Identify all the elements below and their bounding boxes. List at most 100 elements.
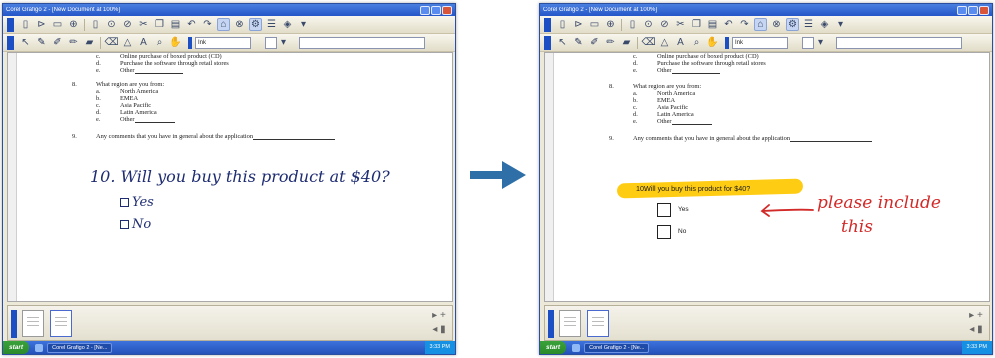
list-marker: e.	[96, 67, 101, 74]
checkbox-yes[interactable]	[657, 203, 671, 217]
select-icon[interactable]: ↖	[556, 36, 569, 49]
zoom-icon[interactable]: ⌕	[690, 36, 703, 49]
open-icon[interactable]: ⊳	[35, 18, 48, 31]
pen-icon[interactable]: ✎	[35, 36, 48, 49]
taskbar-app-button[interactable]: Corel Grafigo 2 - [Ne...	[584, 342, 650, 353]
page-icon[interactable]: ▯	[626, 18, 639, 31]
properties-icon[interactable]: ◈	[818, 18, 831, 31]
dropdown-icon[interactable]: ▾	[277, 36, 290, 49]
page-thumbnail[interactable]	[22, 310, 44, 337]
shape-icon[interactable]: △	[658, 36, 671, 49]
import-icon[interactable]: ⊕	[604, 18, 617, 31]
grafigo-window-after: Corel Grafigo 2 - [New Document at 100%]…	[539, 3, 993, 355]
link-icon[interactable]: ⊗	[233, 18, 246, 31]
highlighter-icon[interactable]: ▰	[83, 36, 96, 49]
main-toolbar: ▯ ⊳ ▭ ⊕ ▯ ⊙ ⊘ ✂ ❐ ▤ ↶ ↷ ⌂ ⊗ ⚙ ☰ ◈ ▾	[3, 16, 455, 34]
page-thumbnail-selected[interactable]	[50, 310, 72, 337]
recognize-icon[interactable]: ⌂	[217, 18, 230, 31]
title-bar: Corel Grafigo 2 - [New Document at 100%]	[3, 4, 455, 16]
copy-icon[interactable]: ❐	[153, 18, 166, 31]
zoom-icon[interactable]: ⌕	[153, 36, 166, 49]
copy-icon[interactable]: ❐	[690, 18, 703, 31]
quick-launch-icon[interactable]	[572, 343, 581, 352]
pen-dark-icon[interactable]: ✐	[51, 36, 64, 49]
page-icon[interactable]: ▯	[89, 18, 102, 31]
thumbnail-nav: ▸ + ◂ ▮	[430, 309, 448, 337]
minimize-button[interactable]	[957, 5, 967, 15]
size-box[interactable]	[802, 36, 814, 49]
pan-icon[interactable]: ✋	[169, 36, 182, 49]
taskbar-app-button[interactable]: Corel Grafigo 2 - [Ne...	[47, 342, 113, 353]
shape-icon[interactable]: △	[121, 36, 134, 49]
highlighter-icon[interactable]: ▰	[620, 36, 633, 49]
paste-icon[interactable]: ▤	[706, 18, 719, 31]
start-button[interactable]: start	[540, 341, 567, 354]
import-icon[interactable]: ⊕	[67, 18, 80, 31]
page-thumbnail[interactable]	[559, 310, 581, 337]
start-button[interactable]: start	[3, 341, 30, 354]
redo-icon[interactable]: ↷	[201, 18, 214, 31]
open-icon[interactable]: ⊳	[572, 18, 585, 31]
text-icon[interactable]: A	[674, 36, 687, 49]
prev-page-icon[interactable]: ◂ ▮	[430, 323, 448, 337]
checkbox-no[interactable]	[657, 225, 671, 239]
maximize-button[interactable]	[431, 5, 441, 15]
eraser-icon[interactable]: ⌫	[641, 36, 655, 49]
dropdown-icon[interactable]: ▾	[297, 18, 310, 31]
document-canvas[interactable]: c. Online purchase of boxed product (CD)…	[544, 52, 990, 302]
undo-icon[interactable]: ↶	[185, 18, 198, 31]
cut-icon[interactable]: ✂	[137, 18, 150, 31]
maximize-button[interactable]	[968, 5, 978, 15]
document-canvas[interactable]: c. Online purchase of boxed product (CD)…	[7, 52, 453, 302]
minimize-button[interactable]	[420, 5, 430, 15]
format-field[interactable]	[836, 36, 962, 49]
size-box[interactable]	[265, 36, 277, 49]
close-button[interactable]	[442, 5, 452, 15]
new-doc-icon[interactable]: ▯	[19, 18, 32, 31]
settings-icon[interactable]: ⚙	[786, 18, 799, 31]
page-thumbnail-selected[interactable]	[587, 310, 609, 337]
pan-icon[interactable]: ✋	[706, 36, 719, 49]
format-field[interactable]	[299, 36, 425, 49]
select-icon[interactable]: ↖	[19, 36, 32, 49]
cut-icon[interactable]: ✂	[674, 18, 687, 31]
marker-icon[interactable]: ✏	[604, 36, 617, 49]
save-icon[interactable]: ▭	[588, 18, 601, 31]
pen-icon[interactable]: ✎	[572, 36, 585, 49]
quick-launch-icon[interactable]	[35, 343, 44, 352]
list-marker: e.	[633, 118, 638, 125]
dropdown-icon[interactable]: ▾	[814, 36, 827, 49]
undo-icon[interactable]: ↶	[722, 18, 735, 31]
close-button[interactable]	[979, 5, 989, 15]
rotate-icon[interactable]: ⊙	[642, 18, 655, 31]
new-doc-icon[interactable]: ▯	[556, 18, 569, 31]
ink-field[interactable]: Ink	[195, 36, 251, 49]
next-page-icon[interactable]: ▸ +	[967, 309, 985, 323]
layers-icon[interactable]: ☰	[265, 18, 278, 31]
comparison-scene: Corel Grafigo 2 - [New Document at 100%]…	[0, 0, 995, 358]
color-swatch[interactable]	[188, 36, 192, 49]
eraser-icon[interactable]: ⌫	[104, 36, 118, 49]
pen-dark-icon[interactable]: ✐	[588, 36, 601, 49]
question-number: 8.	[72, 81, 77, 88]
redo-icon[interactable]: ↷	[738, 18, 751, 31]
recognize-icon[interactable]: ⌂	[754, 18, 767, 31]
save-icon[interactable]: ▭	[51, 18, 64, 31]
annotate-icon[interactable]: ⊘	[121, 18, 134, 31]
text-icon[interactable]: A	[137, 36, 150, 49]
annotate-icon[interactable]: ⊘	[658, 18, 671, 31]
marker-icon[interactable]: ✏	[67, 36, 80, 49]
thumbnail-nav: ▸ + ◂ ▮	[967, 309, 985, 337]
settings-icon[interactable]: ⚙	[249, 18, 262, 31]
properties-icon[interactable]: ◈	[281, 18, 294, 31]
dropdown-icon[interactable]: ▾	[834, 18, 847, 31]
next-page-icon[interactable]: ▸ +	[430, 309, 448, 323]
rotate-icon[interactable]: ⊙	[105, 18, 118, 31]
color-swatch[interactable]	[725, 36, 729, 49]
prev-page-icon[interactable]: ◂ ▮	[967, 323, 985, 337]
ink-field[interactable]: Ink	[732, 36, 788, 49]
question-number: 8.	[609, 83, 614, 90]
paste-icon[interactable]: ▤	[169, 18, 182, 31]
link-icon[interactable]: ⊗	[770, 18, 783, 31]
layers-icon[interactable]: ☰	[802, 18, 815, 31]
